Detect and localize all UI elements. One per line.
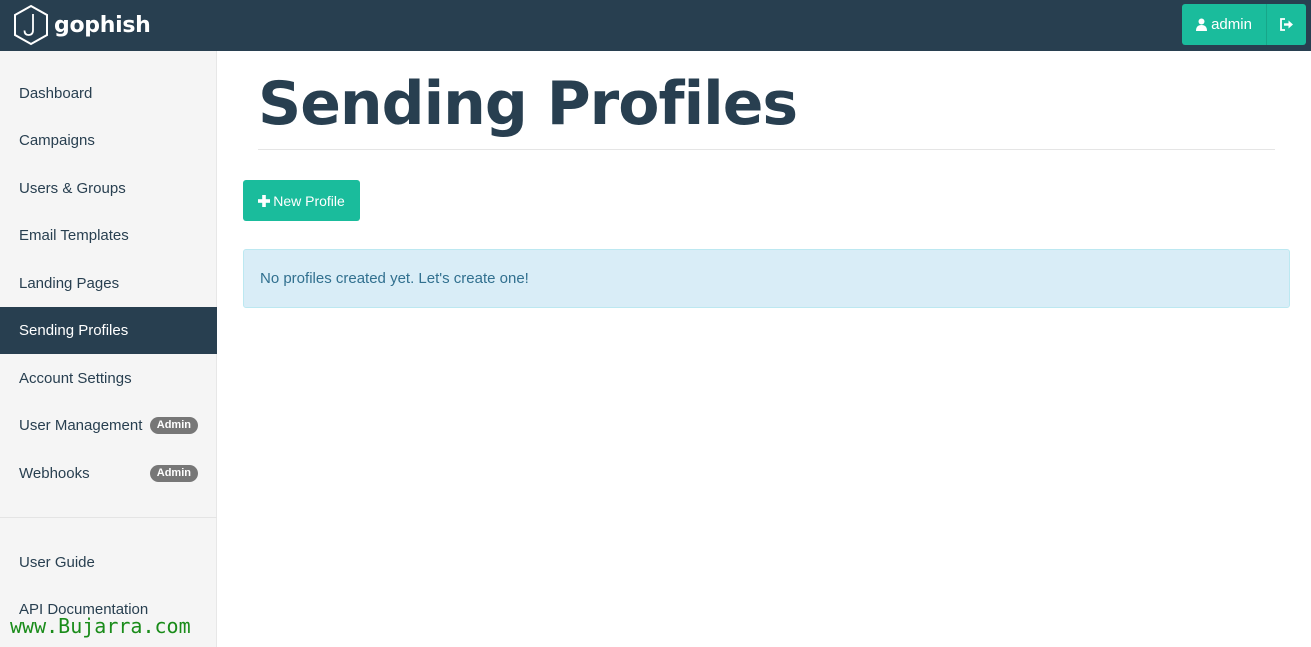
sidebar-item-label: Landing Pages (19, 275, 120, 292)
top-navbar: gophish admin (0, 0, 1311, 51)
sidebar-item-users-groups[interactable]: Users & Groups (0, 165, 217, 212)
sidebar-item-email-templates[interactable]: Email Templates (0, 212, 217, 259)
sidebar-item-webhooks[interactable]: Webhooks Admin (0, 450, 217, 497)
user-menu-button[interactable]: admin (1182, 4, 1267, 45)
sidebar-item-label: Account Settings (19, 370, 132, 387)
sidebar-item-campaigns[interactable]: Campaigns (0, 117, 217, 164)
brand-link[interactable]: gophish (13, 4, 151, 46)
user-label: admin (1211, 16, 1252, 33)
new-profile-button[interactable]: New Profile (243, 180, 360, 221)
sidebar-item-label: Email Templates (19, 227, 129, 244)
sidebar-item-label: Dashboard (19, 85, 93, 102)
main-content: Sending Profiles New Profile No profiles… (218, 51, 1311, 647)
new-profile-label: New Profile (273, 192, 345, 209)
gophish-logo-icon (14, 4, 48, 46)
user-icon (1196, 18, 1208, 31)
sidebar-item-label: Sending Profiles (19, 322, 129, 339)
plus-icon (258, 194, 271, 207)
user-button-group: admin (1182, 4, 1306, 45)
sign-out-icon (1279, 18, 1293, 31)
sidebar-item-dashboard[interactable]: Dashboard (0, 70, 217, 117)
sidebar-item-account-settings[interactable]: Account Settings (0, 355, 217, 402)
logout-button[interactable] (1267, 4, 1306, 45)
sidebar-divider (0, 517, 217, 518)
title-divider (258, 149, 1275, 150)
empty-state-message: No profiles created yet. Let's create on… (260, 270, 529, 287)
sidebar-item-user-guide[interactable]: User Guide (0, 539, 217, 586)
sidebar-item-label: Users & Groups (19, 180, 126, 197)
sidebar-item-label: Webhooks (19, 465, 90, 482)
sidebar: Dashboard Campaigns Users & Groups Email… (0, 51, 217, 647)
admin-badge: Admin (149, 417, 198, 434)
sidebar-item-sending-profiles[interactable]: Sending Profiles (0, 307, 217, 354)
watermark: www.Bujarra.com (10, 614, 191, 638)
sidebar-item-label: User Management (19, 417, 143, 434)
sidebar-item-label: Campaigns (19, 132, 95, 149)
sidebar-item-landing-pages[interactable]: Landing Pages (0, 260, 217, 307)
page-title: Sending Profiles (258, 69, 798, 139)
sidebar-item-label: User Guide (19, 554, 95, 571)
admin-badge: Admin (149, 465, 198, 482)
sidebar-item-user-management[interactable]: User Management Admin (0, 402, 217, 449)
brand-name: gophish (54, 12, 151, 38)
empty-state-alert: No profiles created yet. Let's create on… (243, 249, 1290, 308)
